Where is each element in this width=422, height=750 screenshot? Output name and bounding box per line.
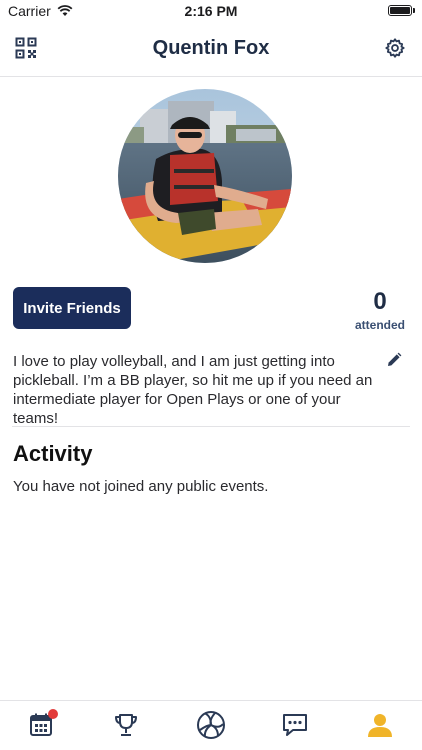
page-title: Quentin Fox: [152, 37, 270, 59]
profile-photo: [118, 89, 292, 263]
tab-volleyball[interactable]: [195, 709, 227, 741]
tab-profile[interactable]: [364, 709, 396, 741]
activity-empty-message: You have not joined any public events.: [13, 478, 269, 495]
avatar[interactable]: [118, 89, 292, 263]
divider: [12, 426, 410, 427]
nav-bar: Quentin Fox: [0, 22, 422, 77]
tab-messages[interactable]: [279, 709, 311, 741]
notification-badge: [48, 709, 58, 719]
attended-stat: 0 attended: [350, 288, 410, 332]
profile-bio: I love to play volleyball, and I am just…: [13, 353, 373, 427]
status-bar: Carrier 2:16 PM: [0, 0, 422, 22]
edit-bio-button[interactable]: [386, 352, 404, 370]
attended-label: attended: [354, 318, 405, 332]
gear-icon: [385, 38, 405, 58]
tab-calendar[interactable]: [26, 709, 58, 741]
profile-icon: [368, 714, 392, 737]
volleyball-icon: [197, 711, 225, 739]
tab-trophy[interactable]: [110, 709, 142, 741]
pencil-icon: [388, 352, 402, 366]
settings-button[interactable]: [382, 35, 408, 61]
invite-friends-button[interactable]: Invite Friends: [13, 287, 131, 329]
chat-icon: [283, 714, 307, 736]
attended-count: 0: [373, 288, 387, 315]
status-time: 2:16 PM: [184, 3, 238, 19]
battery-icon: [388, 5, 415, 16]
tab-bar: [0, 700, 422, 750]
activity-heading: Activity: [13, 441, 93, 466]
trophy-icon: [115, 714, 137, 736]
